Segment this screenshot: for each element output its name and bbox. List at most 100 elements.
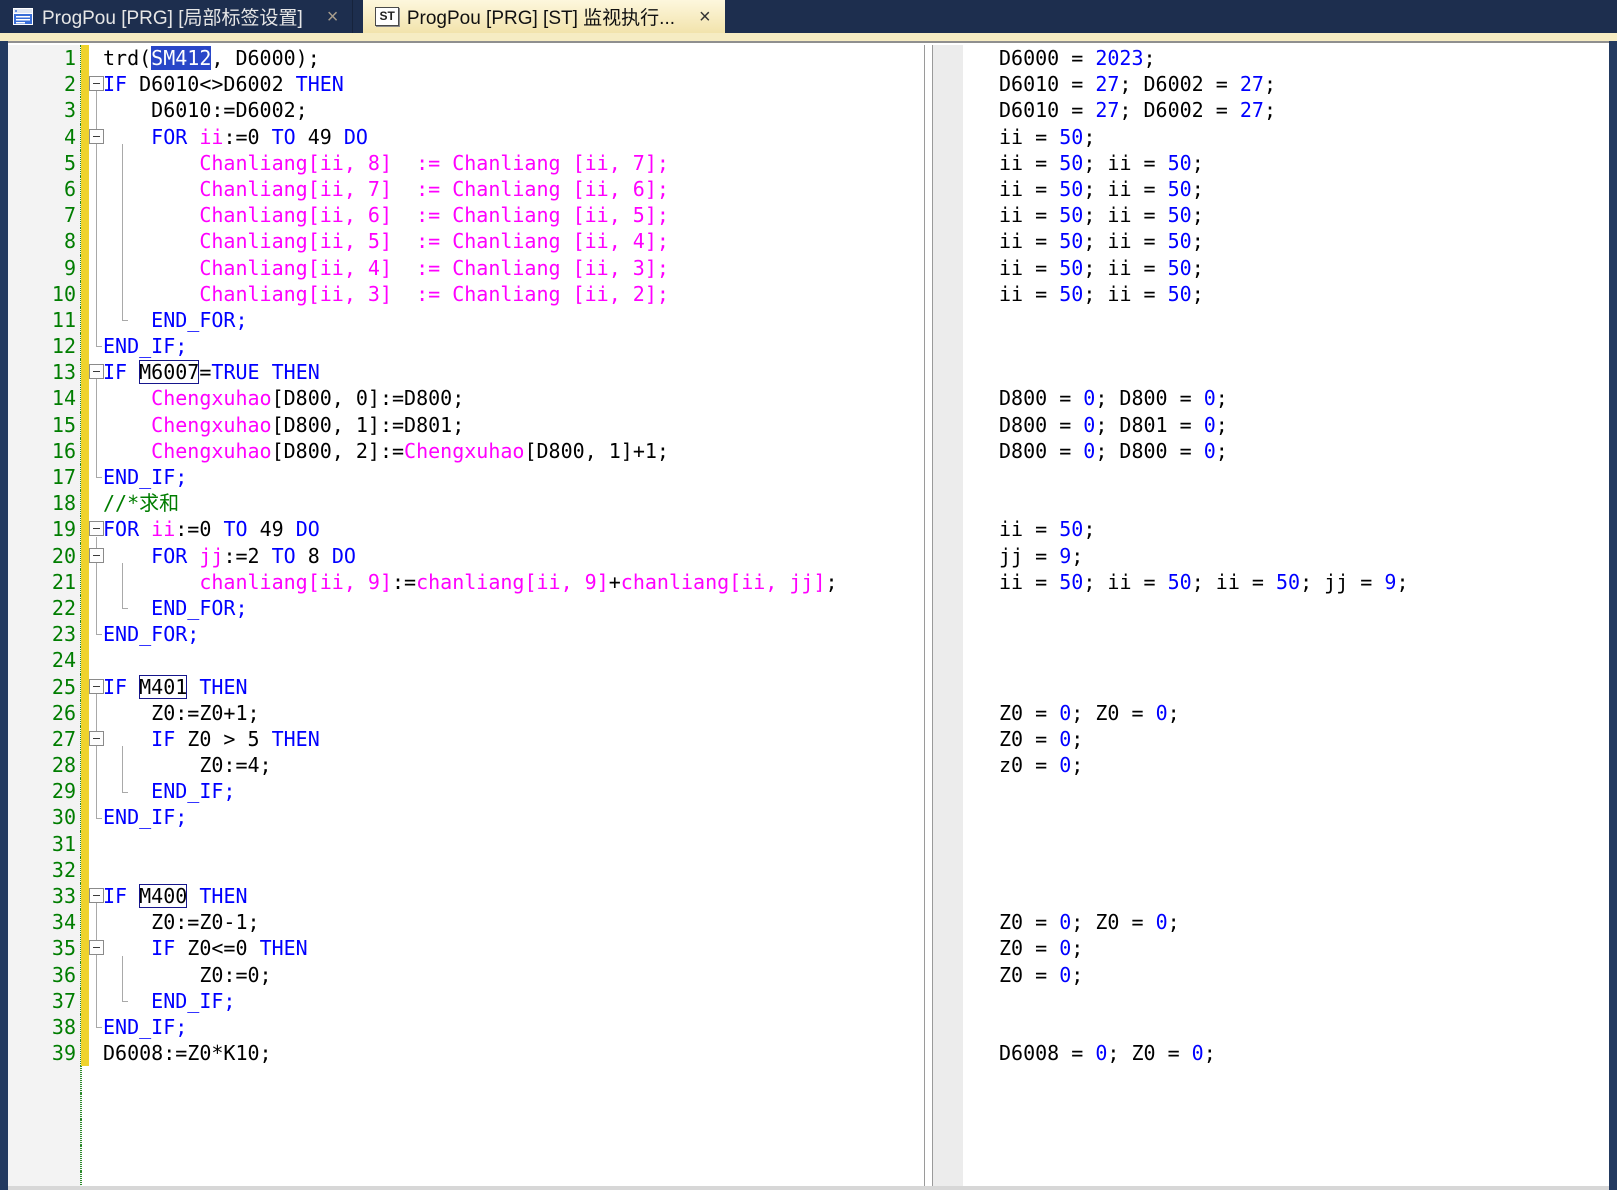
fold-block-line — [96, 903, 97, 1027]
tab-st-monitor[interactable]: ST ProgPou [PRG] [ST] 监视执行... × — [363, 0, 724, 33]
code-text[interactable] — [103, 1119, 924, 1145]
fold-toggle-icon[interactable] — [89, 521, 104, 536]
code-text[interactable]: IF D6010<>D6002 THEN — [103, 71, 924, 97]
monitor-text: z0 = 0; — [963, 752, 1609, 778]
monitor-line: z0 = 0; — [963, 752, 1609, 778]
modified-line-marker — [81, 883, 89, 909]
monitor-value: 27 — [1095, 72, 1119, 96]
code-text[interactable]: Chanliang[ii, 4] := Chanliang [ii, 3]; — [103, 255, 924, 281]
modified-line-marker — [81, 1014, 89, 1040]
code-text[interactable]: END_FOR; — [103, 307, 924, 333]
code-line: 14 Chengxuhao[D800, 0]:=D800; — [8, 385, 924, 411]
code-text[interactable]: Z0:=Z0-1; — [103, 909, 924, 935]
monitor-value: 50 — [1168, 570, 1192, 594]
fold-toggle-icon[interactable] — [89, 940, 104, 955]
monitor-line — [963, 857, 1609, 883]
code-text[interactable]: chanliang[ii, 9]:=chanliang[ii, 9]+chanl… — [103, 569, 924, 595]
monitor-text: D800 = 0; D800 = 0; — [963, 385, 1609, 411]
monitor-text: D6010 = 27; D6002 = 27; — [963, 97, 1609, 123]
monitor-value: 0 — [1059, 753, 1071, 777]
line-number: 35 — [8, 935, 81, 961]
line-number: 31 — [8, 831, 81, 857]
monitor-value: 0 — [1083, 439, 1095, 463]
monitor-line — [963, 333, 1609, 359]
code-text[interactable] — [103, 857, 924, 883]
fold-toggle-icon[interactable] — [89, 129, 104, 144]
fold-toggle-icon[interactable] — [89, 548, 104, 563]
code-text[interactable]: Chanliang[ii, 3] := Chanliang [ii, 2]; — [103, 281, 924, 307]
code-text[interactable]: D6010:=D6002; — [103, 97, 924, 123]
code-text[interactable] — [103, 1093, 924, 1119]
modified-line-marker — [81, 464, 89, 490]
modified-line-marker — [81, 97, 89, 123]
code-text[interactable]: END_IF; — [103, 804, 924, 830]
code-text[interactable]: Chengxuhao[D800, 2]:=Chengxuhao[D800, 1]… — [103, 438, 924, 464]
code-text[interactable]: END_IF; — [103, 778, 924, 804]
code-text[interactable]: Z0:=4; — [103, 752, 924, 778]
code-line: 12END_IF; — [8, 333, 924, 359]
device-label-box: M401 — [139, 675, 187, 699]
monitor-line — [963, 988, 1609, 1014]
code-text[interactable]: //*求和 — [103, 490, 924, 516]
fold-toggle-icon[interactable] — [89, 679, 104, 694]
fold-margin — [89, 1040, 103, 1066]
fold-toggle-icon[interactable] — [89, 888, 104, 903]
line-number: 39 — [8, 1040, 81, 1066]
monitor-line: Z0 = 0; Z0 = 0; — [963, 909, 1609, 935]
monitor-value: 27 — [1240, 98, 1264, 122]
line-number: 23 — [8, 621, 81, 647]
code-text[interactable]: Chanliang[ii, 6] := Chanliang [ii, 5]; — [103, 202, 924, 228]
code-text[interactable] — [103, 1066, 924, 1092]
code-text[interactable]: END_IF; — [103, 988, 924, 1014]
monitor-line: Z0 = 0; — [963, 935, 1609, 961]
bottom-scroll-strip[interactable] — [8, 1186, 1609, 1190]
code-text[interactable]: FOR ii:=0 TO 49 DO — [103, 516, 924, 542]
fold-toggle-icon[interactable] — [89, 731, 104, 746]
code-text[interactable]: Chengxuhao[D800, 0]:=D800; — [103, 385, 924, 411]
tab-local-labels[interactable]: ProgPou [PRG] [局部标签设置] × — [0, 0, 353, 33]
close-icon[interactable]: × — [697, 7, 713, 27]
code-line: 24 — [8, 647, 924, 673]
code-text[interactable]: END_IF; — [103, 464, 924, 490]
code-text[interactable]: IF Z0 > 5 THEN — [103, 726, 924, 752]
code-text[interactable]: trd(SM412, D6000); — [103, 45, 924, 71]
pane-splitter[interactable] — [925, 45, 932, 1190]
code-text[interactable]: IF M400 THEN — [103, 883, 924, 909]
code-text[interactable]: END_IF; — [103, 1014, 924, 1040]
code-text[interactable]: D6008:=Z0*K10; — [103, 1040, 924, 1066]
code-text[interactable]: FOR ii:=0 TO 49 DO — [103, 124, 924, 150]
code-text[interactable]: END_FOR; — [103, 595, 924, 621]
line-number: 29 — [8, 778, 81, 804]
code-text[interactable]: FOR jj:=2 TO 8 DO — [103, 543, 924, 569]
code-text[interactable]: END_IF; — [103, 333, 924, 359]
line-number: 30 — [8, 804, 81, 830]
monitor-line: ii = 50; ii = 50; — [963, 176, 1609, 202]
code-line: 22 END_FOR; — [8, 595, 924, 621]
fold-toggle-icon[interactable] — [89, 76, 104, 91]
device-label-box: M6007 — [139, 360, 199, 384]
line-number: 24 — [8, 647, 81, 673]
code-text[interactable] — [103, 831, 924, 857]
code-text[interactable]: IF M401 THEN — [103, 674, 924, 700]
code-text[interactable]: Chanliang[ii, 8] := Chanliang [ii, 7]; — [103, 150, 924, 176]
fold-block-line — [122, 144, 123, 320]
monitor-line — [963, 647, 1609, 673]
code-text[interactable]: Z0:=Z0+1; — [103, 700, 924, 726]
code-text[interactable]: Chanliang[ii, 5] := Chanliang [ii, 4]; — [103, 228, 924, 254]
code-pane[interactable]: 1trd(SM412, D6000);2IF D6010<>D6002 THEN… — [8, 45, 924, 1190]
monitor-line: D800 = 0; D800 = 0; — [963, 385, 1609, 411]
close-icon[interactable]: × — [325, 7, 341, 27]
code-text[interactable] — [103, 1145, 924, 1171]
code-line: 23 END_FOR; — [8, 621, 924, 647]
code-text[interactable]: Z0:=0; — [103, 962, 924, 988]
fold-toggle-icon[interactable] — [89, 364, 104, 379]
code-text[interactable]: IF Z0<=0 THEN — [103, 935, 924, 961]
code-text[interactable]: Chanliang[ii, 7] := Chanliang [ii, 6]; — [103, 176, 924, 202]
code-text[interactable]: END_FOR; — [103, 621, 924, 647]
line-number — [8, 1093, 81, 1119]
code-text[interactable]: Chengxuhao[D800, 1]:=D801; — [103, 412, 924, 438]
code-text[interactable] — [103, 647, 924, 673]
modified-line-marker — [81, 307, 89, 333]
code-text[interactable]: IF M6007=TRUE THEN — [103, 359, 924, 385]
monitor-text: Z0 = 0; — [963, 726, 1609, 752]
